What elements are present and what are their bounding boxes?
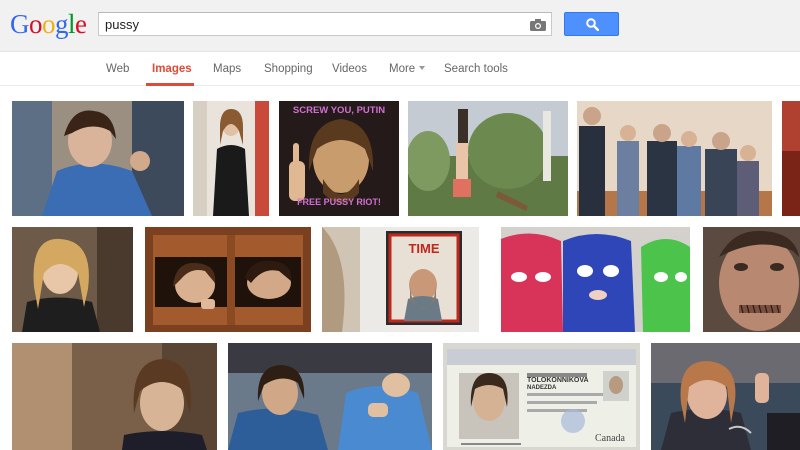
tab-shopping[interactable]: Shopping — [264, 63, 313, 75]
logo-letter: G — [10, 9, 30, 39]
top-bar: Google — [0, 0, 800, 52]
tab-more-label: More — [389, 63, 416, 75]
tab-images[interactable]: Images — [152, 63, 192, 75]
magnifier-icon — [586, 18, 599, 31]
tab-maps[interactable]: Maps — [213, 63, 241, 75]
poster-bottom-text: FREE PUSSY RIOT! — [297, 197, 381, 207]
logo-letter: g — [55, 9, 69, 39]
image-result[interactable] — [703, 227, 800, 332]
camera-icon[interactable] — [530, 18, 546, 31]
id-card-given-name: NADEZDA — [527, 385, 557, 391]
image-result[interactable]: TOLOKONNIKOVA NADEZDA Canada — [443, 343, 640, 450]
image-result[interactable] — [12, 227, 133, 332]
logo-letter: o — [29, 9, 43, 39]
id-card-surname: TOLOKONNIKOVA — [527, 377, 589, 384]
id-card-brand: Canada — [595, 433, 625, 444]
search-box — [98, 12, 552, 36]
image-result[interactable] — [228, 343, 432, 450]
image-result[interactable] — [651, 343, 800, 450]
search-type-nav: Web Images Maps Shopping Videos More Sea… — [0, 53, 800, 86]
logo-letter: o — [42, 9, 56, 39]
image-result[interactable] — [12, 343, 217, 450]
image-result[interactable] — [193, 101, 269, 216]
image-result[interactable] — [408, 101, 568, 216]
image-result[interactable]: SCREW YOU, PUTIN FREE PUSSY RIOT! — [279, 101, 399, 216]
image-result[interactable] — [501, 227, 690, 332]
magazine-title: TIME — [408, 241, 440, 256]
tab-videos[interactable]: Videos — [332, 63, 367, 75]
image-result[interactable]: TIME — [322, 227, 479, 332]
logo-letter: e — [75, 9, 87, 39]
search-button[interactable] — [564, 12, 619, 36]
image-result[interactable] — [782, 101, 800, 216]
image-result[interactable] — [12, 101, 184, 216]
poster-top-text: SCREW YOU, PUTIN — [292, 105, 386, 116]
chevron-down-icon — [419, 66, 426, 70]
image-result[interactable] — [577, 101, 772, 216]
google-logo[interactable]: Google — [10, 8, 87, 40]
tab-more[interactable]: More — [389, 63, 426, 75]
image-result[interactable] — [145, 227, 311, 332]
active-tab-indicator — [146, 83, 194, 86]
tab-search-tools[interactable]: Search tools — [444, 63, 508, 75]
tab-web[interactable]: Web — [106, 63, 129, 75]
search-input[interactable] — [105, 15, 515, 33]
logo-letter: l — [68, 9, 76, 39]
